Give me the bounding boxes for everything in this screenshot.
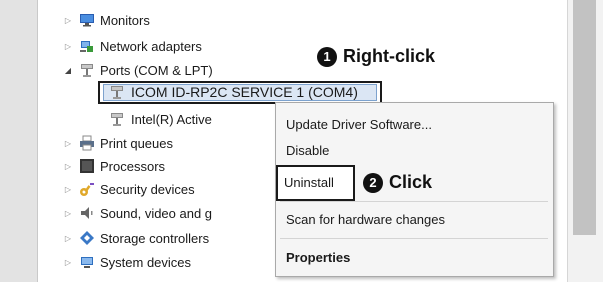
tree-item-monitors[interactable]: ▷ Monitors <box>63 10 150 30</box>
step1-badge: 1 <box>317 46 337 67</box>
tree-item-storage-controllers[interactable]: ▷ Storage controllers <box>63 228 209 248</box>
step1-text: Right-click <box>343 46 436 66</box>
network-adapter-icon <box>79 38 95 54</box>
expand-arrow-icon[interactable]: ▷ <box>63 185 73 194</box>
tree-item-label: Ports (COM & LPT) <box>100 62 213 78</box>
scrollbar-thumb[interactable] <box>573 0 596 235</box>
system-icon <box>79 254 95 270</box>
speaker-icon <box>79 205 95 221</box>
collapse-arrow-icon[interactable]: ◢ <box>63 66 73 75</box>
tree-item-system-devices[interactable]: ▷ System devices <box>63 252 191 272</box>
key-icon <box>79 181 95 197</box>
menu-item-uninstall[interactable]: Uninstall <box>284 175 334 190</box>
step2-callout: 2 Click <box>363 172 432 193</box>
step1-callout: 1 Right-click <box>317 46 435 67</box>
tree-item-processors[interactable]: ▷ Processors <box>63 156 165 176</box>
expand-arrow-icon[interactable]: ▷ <box>63 234 73 243</box>
printer-icon <box>79 135 95 151</box>
tree-item-intel-active[interactable]: Intel(R) Active <box>109 109 212 129</box>
tree-item-label: Print queues <box>100 135 173 151</box>
tree-item-label: Storage controllers <box>100 230 210 246</box>
menu-separator <box>280 201 548 202</box>
left-panel-edge <box>0 0 37 282</box>
storage-icon <box>79 230 95 246</box>
step2-text: Click <box>389 172 433 192</box>
tree-item-network-adapters[interactable]: ▷ Network adapters <box>63 36 202 56</box>
tree-item-security-devices[interactable]: ▷ Security devices <box>63 179 195 199</box>
tree-item-icom-service[interactable]: ICOM ID-RP2C SERVICE 1 (COM4) <box>109 82 358 102</box>
port-icon <box>109 111 125 127</box>
menu-item-properties[interactable]: Properties <box>286 250 350 265</box>
menu-item-update-driver[interactable]: Update Driver Software... <box>286 117 432 132</box>
expand-arrow-icon[interactable]: ▷ <box>63 42 73 51</box>
menu-item-scan-hardware[interactable]: Scan for hardware changes <box>286 212 445 227</box>
tree-item-label: ICOM ID-RP2C SERVICE 1 (COM4) <box>131 84 358 100</box>
tree-item-ports[interactable]: ◢ Ports (COM & LPT) <box>63 60 213 80</box>
tree-item-print-queues[interactable]: ▷ Print queues <box>63 133 173 153</box>
menu-separator <box>280 238 548 239</box>
port-icon <box>109 84 125 100</box>
expand-arrow-icon[interactable]: ▷ <box>63 258 73 267</box>
step2-badge: 2 <box>363 172 383 193</box>
expand-arrow-icon[interactable]: ▷ <box>63 162 73 171</box>
expand-arrow-icon[interactable]: ▷ <box>63 16 73 25</box>
left-panel-border <box>37 0 38 282</box>
processor-icon <box>79 158 95 174</box>
menu-item-disable[interactable]: Disable <box>286 143 329 158</box>
tree-item-label: Sound, video and g <box>100 205 213 221</box>
tree-item-label: System devices <box>100 254 192 270</box>
monitor-icon <box>79 12 95 28</box>
tree-item-label: Processors <box>100 158 166 174</box>
tree-item-label: Network adapters <box>100 38 202 54</box>
tree-item-label: Intel(R) Active <box>131 111 212 127</box>
tree-item-label: Security devices <box>100 181 195 197</box>
expand-arrow-icon[interactable]: ▷ <box>63 139 73 148</box>
port-icon <box>79 62 95 78</box>
expand-arrow-icon[interactable]: ▷ <box>63 209 73 218</box>
tree-item-sound-video[interactable]: ▷ Sound, video and g <box>63 203 212 223</box>
tree-item-label: Monitors <box>100 12 150 28</box>
